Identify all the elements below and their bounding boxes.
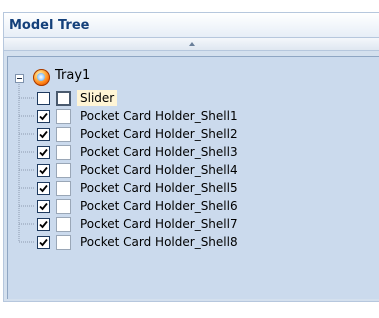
tree-item-label[interactable]: Slider bbox=[77, 90, 118, 106]
checkmark-icon bbox=[39, 238, 48, 247]
part-icon bbox=[56, 91, 71, 106]
visibility-checkbox[interactable] bbox=[37, 164, 50, 177]
checkmark-icon bbox=[39, 112, 48, 121]
tree-item-label[interactable]: Pocket Card Holder_Shell8 bbox=[77, 234, 241, 250]
visibility-checkbox[interactable] bbox=[37, 128, 50, 141]
visibility-checkbox[interactable] bbox=[37, 182, 50, 195]
checkmark-icon bbox=[39, 130, 48, 139]
part-icon bbox=[56, 127, 71, 142]
collapse-bar[interactable] bbox=[4, 38, 379, 51]
checkmark-icon bbox=[39, 166, 48, 175]
tree-item-label[interactable]: Pocket Card Holder_Shell2 bbox=[77, 126, 241, 142]
checkmark-icon bbox=[39, 202, 48, 211]
part-icon bbox=[56, 145, 71, 160]
part-icon bbox=[56, 109, 71, 124]
tree-item-label[interactable]: Pocket Card Holder_Shell3 bbox=[77, 144, 241, 160]
visibility-checkbox[interactable] bbox=[37, 218, 50, 231]
part-icon bbox=[56, 163, 71, 178]
visibility-checkbox[interactable] bbox=[37, 92, 50, 105]
model-tree-panel: Model Tree Tray1 Slider Pocket Card Holde… bbox=[3, 12, 379, 302]
tree-item-label[interactable]: Pocket Card Holder_Shell6 bbox=[77, 198, 241, 214]
part-icon bbox=[56, 235, 71, 250]
collapse-node-icon[interactable] bbox=[15, 74, 24, 83]
tree-item-label[interactable]: Pocket Card Holder_Shell7 bbox=[77, 216, 241, 232]
tree-item-label[interactable]: Pocket Card Holder_Shell5 bbox=[77, 180, 241, 196]
visibility-checkbox[interactable] bbox=[37, 146, 50, 159]
assembly-icon bbox=[33, 69, 50, 86]
tree-root-label[interactable]: Tray1 bbox=[55, 68, 90, 83]
model-tree[interactable]: Tray1 Slider Pocket Card Holder_Shell1 Poc… bbox=[7, 56, 379, 299]
part-icon bbox=[56, 217, 71, 232]
checkmark-icon bbox=[39, 148, 48, 157]
panel-title: Model Tree bbox=[9, 17, 90, 33]
checkmark-icon bbox=[39, 184, 48, 193]
part-icon bbox=[56, 199, 71, 214]
visibility-checkbox[interactable] bbox=[37, 200, 50, 213]
tree-item-label[interactable]: Pocket Card Holder_Shell4 bbox=[77, 162, 241, 178]
part-icon bbox=[56, 181, 71, 196]
tree-item-label[interactable]: Pocket Card Holder_Shell1 bbox=[77, 108, 241, 124]
visibility-checkbox[interactable] bbox=[37, 110, 50, 123]
collapse-up-arrow-icon[interactable] bbox=[188, 42, 195, 46]
checkmark-icon bbox=[39, 220, 48, 229]
panel-header: Model Tree bbox=[4, 13, 379, 38]
visibility-checkbox[interactable] bbox=[37, 236, 50, 249]
